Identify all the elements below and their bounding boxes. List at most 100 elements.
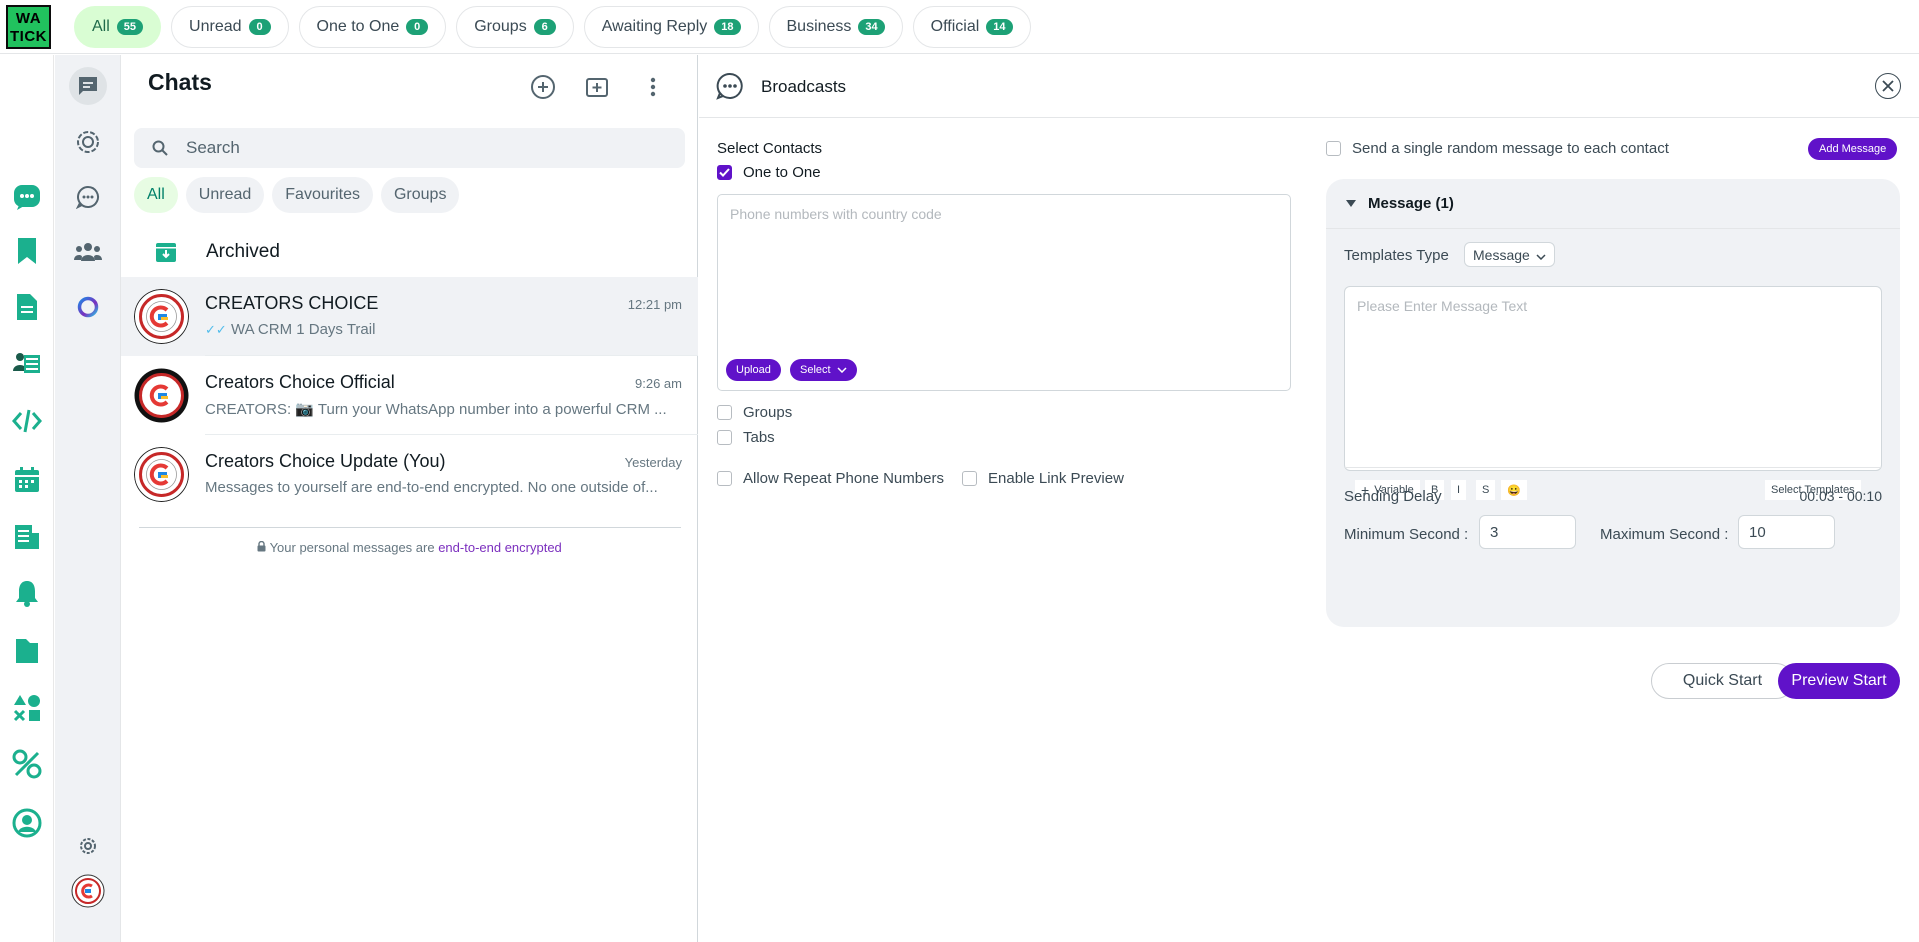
italic-button[interactable]: I [1451, 480, 1467, 500]
count-badge: 14 [986, 19, 1013, 35]
report-icon[interactable] [12, 522, 42, 552]
filter-tab-unread[interactable]: Unread 0 [171, 6, 289, 48]
archived-row[interactable]: Archived [121, 227, 698, 277]
chat-item[interactable]: CREATORS CHOICE 12:21 pm ✓✓ WA CRM 1 Day… [121, 277, 698, 356]
upload-button[interactable]: Upload [726, 359, 781, 381]
chat-avatar [134, 447, 189, 502]
sending-delay-label: Sending Delay [1344, 488, 1442, 505]
chats-title: Chats [148, 69, 212, 95]
chat-filters: All Unread Favourites Groups [134, 177, 460, 213]
profile-avatar[interactable] [69, 872, 107, 910]
chat-preview: Messages to yourself are end-to-end encr… [205, 479, 658, 496]
encryption-link[interactable]: end-to-end encrypted [438, 540, 562, 555]
broadcast-icon [716, 72, 744, 105]
chat-bubble-icon[interactable] [12, 182, 42, 212]
chat-filter-favourites[interactable]: Favourites [272, 177, 373, 213]
count-badge: 0 [248, 19, 271, 35]
filter-tab-one-to-one[interactable]: One to One 0 [298, 6, 447, 48]
chats-icon[interactable] [69, 67, 107, 105]
chat-item[interactable]: Creators Choice Update (You) Yesterday M… [121, 435, 698, 514]
link-preview-checkbox[interactable] [962, 471, 977, 486]
add-message-button[interactable]: Add Message [1808, 138, 1898, 160]
allow-repeat-option: Allow Repeat Phone Numbers [717, 470, 944, 487]
message-text-editor[interactable]: Please Enter Message Text + Variable B I … [1344, 286, 1882, 500]
chat-item[interactable]: Creators Choice Official 9:26 am CREATOR… [121, 356, 698, 435]
folder-icon[interactable] [12, 636, 42, 666]
group-spreadsheet-icon[interactable] [12, 348, 42, 378]
count-badge: 6 [533, 19, 556, 35]
one-to-one-checkbox[interactable] [717, 165, 732, 180]
document-icon[interactable] [12, 292, 42, 322]
bell-icon[interactable] [12, 578, 42, 608]
chat-time: Yesterday [624, 455, 682, 470]
app-rail [0, 55, 54, 942]
random-message-option: Send a single random message to each con… [1326, 140, 1669, 157]
templates-type-select[interactable]: Message [1464, 242, 1555, 267]
count-badge: 0 [406, 19, 429, 35]
groups-checkbox[interactable] [717, 405, 732, 420]
message-card: Message (1) Templates Type Message Pleas… [1326, 179, 1900, 627]
chat-preview: CREATORS: 📷 Turn your WhatsApp number in… [205, 401, 667, 418]
filter-tab-groups[interactable]: Groups 6 [456, 6, 574, 48]
select-contacts-label: Select Contacts [717, 140, 823, 157]
close-icon[interactable] [1875, 73, 1901, 99]
new-chat-icon[interactable] [528, 72, 558, 102]
bookmark-icon[interactable] [12, 236, 42, 266]
phone-numbers-input[interactable]: Phone numbers with country code Upload S… [717, 194, 1291, 391]
chat-time: 9:26 am [635, 376, 682, 391]
search-input[interactable]: Search [186, 138, 240, 158]
allow-repeat-checkbox[interactable] [717, 471, 732, 486]
calendar-icon[interactable] [12, 465, 42, 495]
shapes-icon[interactable] [12, 693, 42, 723]
preview-start-button[interactable]: Preview Start [1778, 663, 1900, 699]
watick-logo[interactable]: WA TICK [6, 5, 51, 49]
sending-delay-value: 00:03 - 00:10 [1799, 488, 1882, 504]
min-second-label: Minimum Second : [1344, 526, 1469, 543]
top-bar: WA TICK All 55 Unread 0 One to One 0 Groups… [0, 0, 1919, 54]
broadcast-header: Broadcasts [699, 55, 1919, 118]
random-message-checkbox[interactable] [1326, 141, 1341, 156]
filter-tab-business[interactable]: Business 34 [768, 6, 903, 48]
communities-icon[interactable] [69, 233, 107, 271]
filter-tabs: All 55 Unread 0 One to One 0 Groups 6 Awaiti… [74, 6, 1031, 48]
count-badge: 55 [116, 19, 144, 35]
chevron-down-icon [1536, 247, 1546, 263]
quick-start-button[interactable]: Quick Start [1651, 663, 1794, 699]
archived-label: Archived [206, 241, 280, 262]
menu-dots-icon[interactable] [638, 72, 668, 102]
code-icon[interactable] [12, 406, 42, 436]
tabs-option: Tabs [717, 429, 775, 446]
chevron-down-icon [837, 364, 847, 376]
lock-icon [257, 540, 269, 555]
tabs-checkbox[interactable] [717, 430, 732, 445]
channels-icon[interactable] [69, 178, 107, 216]
chat-name: Creators Choice Official [205, 372, 395, 392]
max-second-input[interactable]: 10 [1738, 515, 1835, 549]
settings-icon[interactable] [69, 827, 107, 865]
filter-tab-official[interactable]: Official 14 [912, 6, 1031, 48]
status-icon[interactable] [69, 123, 107, 161]
select-contacts-dropdown[interactable]: Select [790, 359, 857, 381]
message-accordion-header[interactable]: Message (1) [1326, 179, 1900, 229]
chat-filter-unread[interactable]: Unread [185, 177, 265, 213]
search-box[interactable]: Search [134, 128, 685, 168]
meta-ai-icon[interactable] [69, 288, 107, 326]
min-second-input[interactable]: 3 [1479, 515, 1576, 549]
user-circle-icon[interactable] [12, 808, 42, 838]
archive-icon [121, 241, 205, 263]
encryption-notice: Your personal messages are end-to-end en… [121, 540, 698, 555]
list-divider [139, 527, 681, 528]
filter-tab-all[interactable]: All 55 [74, 6, 162, 48]
chat-filter-all[interactable]: All [134, 177, 178, 213]
chat-list-panel: Chats Search All Unread Favourites Group… [121, 55, 698, 942]
settings-tools-icon[interactable] [12, 749, 42, 779]
one-to-one-option: One to One [717, 164, 821, 181]
emoji-button[interactable]: 😀 [1501, 480, 1527, 500]
link-preview-option: Enable Link Preview [962, 470, 1124, 487]
groups-option: Groups [717, 404, 792, 421]
strike-button[interactable]: S [1476, 480, 1496, 500]
chat-filter-groups[interactable]: Groups [380, 177, 460, 213]
chat-preview: ✓✓ WA CRM 1 Days Trail [205, 321, 376, 338]
new-group-icon[interactable] [583, 72, 613, 102]
filter-tab-awaiting-reply[interactable]: Awaiting Reply 18 [583, 6, 759, 48]
